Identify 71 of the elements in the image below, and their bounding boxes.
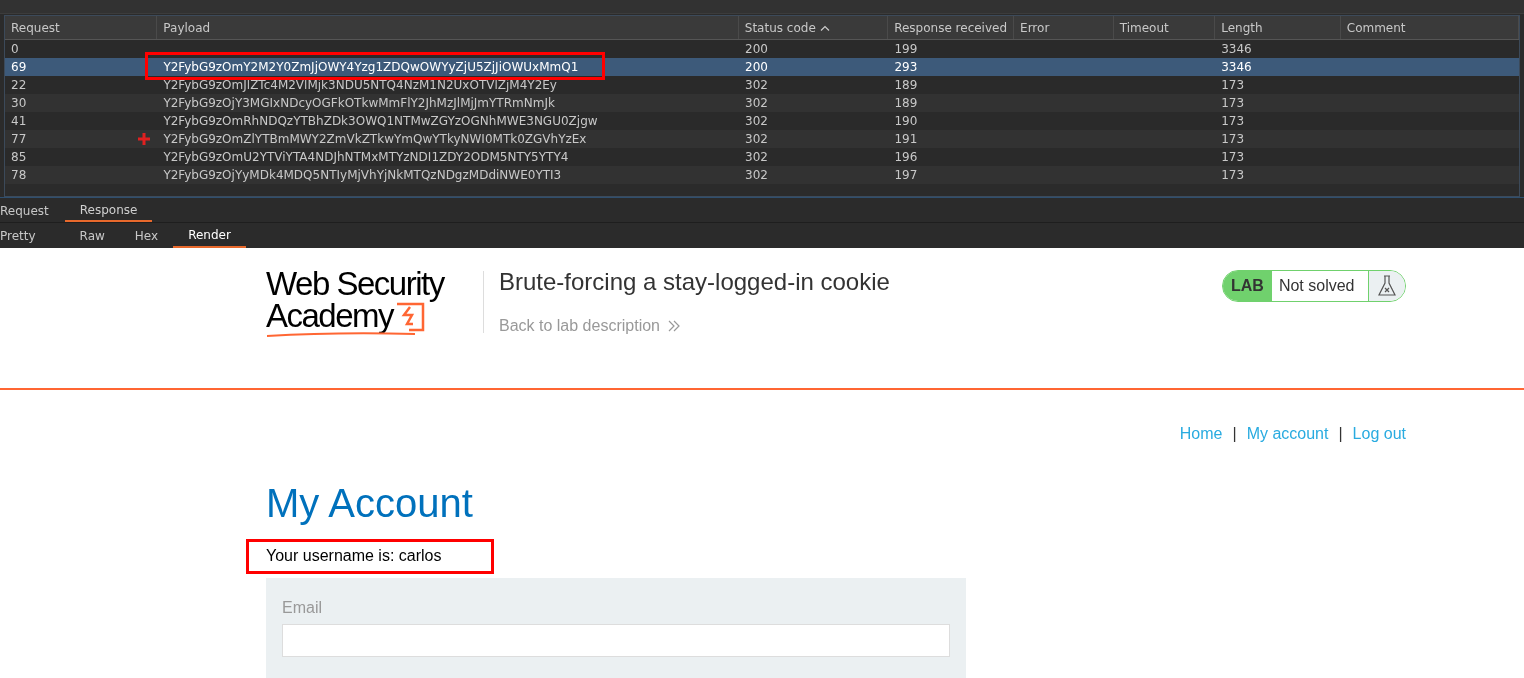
table-cell-text: 173 [1221, 113, 1245, 131]
table-cell-text: 173 [1221, 77, 1245, 95]
double-chevron-icon [668, 320, 680, 332]
table-cell-text: Y2FybG9zOmZlYTBmMWY2ZmVkZTkwYmQwYTkyNWI0MTk0ZGVhYzEx [163, 131, 587, 149]
column-header[interactable]: Length [1215, 16, 1341, 40]
table-cell-text: 77 [11, 131, 27, 149]
column-header[interactable]: Request [5, 16, 158, 40]
table-cell-text: 189 [894, 95, 918, 113]
table-cell-text: 85 [11, 149, 27, 167]
result-row[interactable]: 30 Y2FybG9zOjY3MGIxNDcyOGFkOTkwMmFlY2JhMzJlMjJmYTRmNmJk 302 189 173 [5, 94, 1519, 113]
column-header[interactable]: Timeout [1113, 16, 1216, 40]
result-row[interactable]: 77 Y2FybG9zOmZlYTBmMWY2ZmVkZTkwYmQwYTkyNWI0MTk0ZGVhYzEx 302 191 173 [5, 130, 1519, 149]
nav-separator: | [1232, 424, 1237, 444]
sort-ascending-icon [819, 25, 830, 31]
table-cell-text: 0 [11, 41, 19, 59]
flask-icon [1378, 275, 1396, 297]
logo[interactable]: Web Security Academy [266, 268, 468, 338]
result-row[interactable]: 69 Y2FybG9zOmY2M2Y0ZmJjOWY4Yzg1ZDQwOWYyZjU5ZjJiOWUxMmQ1 200 293 3346 [5, 58, 1519, 77]
view-tab[interactable]: Hex [119, 224, 174, 248]
table-cell-text: 41 [11, 113, 27, 131]
table-cell-text: Y2FybG9zOmRhNDQzYTBhZDk3OWQ1NTMwZGYzOGNhMWE3NGU0Zjgw [163, 113, 598, 131]
table-cell-text: 302 [745, 95, 768, 113]
table-cell-text: 199 [894, 41, 918, 59]
table-cell-text: 173 [1221, 131, 1245, 149]
table-cell-text: 200 [745, 59, 768, 77]
table-cell-text: 302 [745, 167, 768, 185]
message-tab[interactable]: Request [0, 199, 61, 222]
table-cell-text: Y2FybG9zOmY2M2Y0ZmJjOWY4Yzg1ZDQwOWYyZjU5ZjJiOWUxMmQ1 [163, 59, 579, 77]
table-cell-text: 190 [894, 113, 918, 131]
table-cell-text: 302 [745, 77, 768, 95]
table-cell-text: 173 [1221, 149, 1245, 167]
table-cell-text: 30 [11, 95, 27, 113]
table-cell-text: 78 [11, 167, 27, 185]
table-cell-text: 3346 [1221, 41, 1252, 59]
table-cell-text: Y2FybG9zOmU2YTViYTA4NDJhNTMxMTYzNDI1ZDY2ODM5NTY5YTY4 [163, 149, 569, 167]
table-cell-text: 302 [745, 131, 768, 149]
lab-label: LAB [1223, 271, 1272, 301]
lab-title: Brute-forcing a stay-logged-in cookie [499, 268, 890, 296]
view-tab[interactable]: Pretty [0, 224, 65, 248]
table-cell-text: 173 [1221, 95, 1245, 113]
table-cell-text: Y2FybG9zOjYyMDk4MDQ5NTIyMjVhYjNkMTQzNDgzMDdiNWE0YTI3 [163, 167, 562, 185]
column-header[interactable]: Error [1014, 16, 1114, 40]
username-text: Your username is: carlos [266, 546, 442, 566]
logo-text: Academy [266, 300, 394, 332]
column-header[interactable]: Response received [888, 16, 1015, 40]
page-heading: My Account [266, 480, 474, 527]
column-header[interactable]: Comment [1340, 16, 1519, 40]
result-row[interactable]: 78 Y2FybG9zOjYyMDk4MDQ5NTIyMjVhYjNkMTQzNDgzMDdiNWE0YTI3 302 197 173 [5, 166, 1519, 185]
column-header[interactable]: Status code [738, 16, 889, 40]
table-cell-text: 200 [745, 41, 768, 59]
table-cell-text: Y2FybG9zOjY3MGIxNDcyOGFkOTkwMmFlY2JhMzJlMjJmYTRmNmJk [163, 95, 555, 113]
table-cell-text: 293 [894, 59, 918, 77]
column-header[interactable]: Payload [157, 16, 739, 40]
table-cell-text: Y2FybG9zOmJlZTc4M2VlMjk3NDU5NTQ4NzM1N2UxOTVlZjM4Y2Ey [163, 77, 557, 95]
table-cell-text: 3346 [1221, 59, 1252, 77]
message-tab[interactable]: Response [64, 199, 153, 222]
table-cell-text: 189 [894, 77, 918, 95]
underline-stroke-icon [266, 332, 416, 338]
email-label: Email [282, 598, 323, 618]
email-field[interactable] [282, 624, 950, 657]
view-tab[interactable]: Raw [64, 224, 120, 248]
table-cell-text: 191 [894, 131, 918, 149]
table-cell-text: 69 [11, 59, 27, 77]
table-cell-text: 196 [894, 149, 918, 167]
table-cell-text: 302 [745, 113, 768, 131]
logo-text: Web Security [266, 268, 446, 300]
nav-separator: | [1338, 424, 1343, 444]
table-cell-text: 302 [745, 149, 768, 167]
table-cell-text: 173 [1221, 167, 1245, 185]
table-cell-text: 197 [894, 167, 918, 185]
table-cell-text: 22 [11, 77, 27, 95]
